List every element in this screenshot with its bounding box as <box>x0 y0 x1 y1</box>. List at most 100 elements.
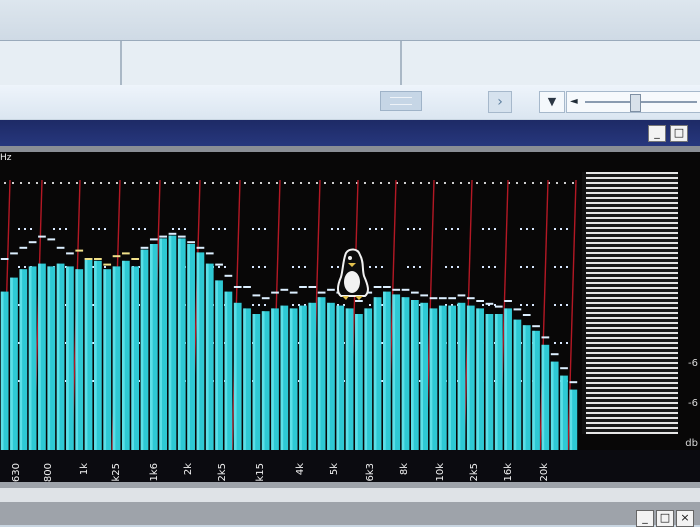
spectrum-bar-highlight <box>187 244 190 454</box>
grid-dot <box>524 182 526 184</box>
grid-dot <box>204 182 206 184</box>
grid-dot <box>24 266 26 268</box>
grid-dot <box>500 182 502 184</box>
grid-dot <box>276 182 278 184</box>
lower-close-button[interactable]: × <box>676 510 694 527</box>
peak-marker <box>28 241 37 244</box>
peak-marker <box>121 252 130 255</box>
spectrum-bar-highlight <box>159 238 162 454</box>
grid-dot <box>12 182 14 184</box>
slider-track[interactable] <box>585 101 697 103</box>
spectrum-bar-highlight <box>177 238 181 454</box>
grid-dot <box>292 304 294 306</box>
grid-dot <box>488 228 490 230</box>
grid-dot <box>566 228 568 230</box>
grid-dot <box>372 182 374 184</box>
slider-thumb[interactable] <box>630 94 641 112</box>
spectrum-bar-highlight <box>299 305 302 454</box>
peak-marker <box>494 305 503 308</box>
grid-dot <box>268 182 270 184</box>
slider-left-arrow-icon[interactable]: ◄ <box>570 92 578 112</box>
peak-marker <box>299 286 307 288</box>
peak-marker <box>513 308 522 311</box>
grid-dot <box>24 228 26 230</box>
grid-dot <box>516 182 518 184</box>
grid-dot <box>445 228 447 230</box>
grid-dot <box>560 266 562 268</box>
lower-restore-button[interactable]: □ <box>656 510 674 527</box>
position-field[interactable] <box>380 91 422 111</box>
spectrum-bar-highlight <box>233 302 237 454</box>
peak-marker <box>168 232 177 235</box>
grid-dot <box>444 182 446 184</box>
grid-dot <box>308 182 310 184</box>
dropdown-button[interactable]: ▼ <box>539 91 565 113</box>
grid-dot <box>445 266 447 268</box>
grid-dot <box>104 228 106 230</box>
grid-dot <box>526 228 528 230</box>
peak-marker <box>476 300 484 302</box>
peak-marker <box>522 314 531 316</box>
spectrum-bar-highlight <box>271 308 274 454</box>
grid-dot <box>92 228 94 230</box>
grid-dot <box>494 228 496 230</box>
peak-marker <box>196 246 205 249</box>
grid-dot <box>292 182 294 184</box>
grid-dot <box>407 266 409 268</box>
grid-dot <box>451 228 453 230</box>
peak-marker <box>94 258 102 260</box>
peak-marker <box>438 297 447 300</box>
grid-dot <box>340 182 342 184</box>
spectrum-bar-highlight <box>494 314 498 454</box>
grid-dot <box>84 182 86 184</box>
spectrum-bar-highlight <box>410 300 414 454</box>
window-minimize-button[interactable]: _ <box>648 125 666 142</box>
grid-dot <box>264 304 266 306</box>
grid-dot <box>560 342 562 344</box>
grid-dot <box>124 182 126 184</box>
peak-marker <box>10 252 18 255</box>
window-restore-button[interactable]: □ <box>670 125 688 142</box>
grid-dot <box>178 228 180 230</box>
lower-minimize-button[interactable]: _ <box>636 510 654 527</box>
peak-marker <box>420 294 429 297</box>
peak-marker <box>550 353 559 356</box>
peak-marker <box>317 291 326 294</box>
grid-dot <box>554 342 556 344</box>
peak-marker <box>373 286 382 288</box>
grid-dot <box>343 228 345 230</box>
grid-dot <box>381 266 383 268</box>
grid-dot <box>532 304 534 306</box>
grid-dot <box>104 266 106 268</box>
grid-dot <box>98 228 100 230</box>
peak-marker <box>131 258 140 260</box>
peak-marker <box>485 302 494 305</box>
peak-marker <box>560 367 568 370</box>
spectrum-bar-highlight <box>47 266 51 454</box>
grid-dot <box>369 228 371 230</box>
peak-marker <box>75 249 84 252</box>
grid-dot <box>457 228 459 230</box>
next-button[interactable]: › <box>488 91 512 113</box>
grid-dot <box>36 182 38 184</box>
peak-marker <box>47 238 56 241</box>
grid-dot <box>369 304 371 306</box>
peak-marker <box>112 255 121 258</box>
grid-dot <box>59 228 61 230</box>
volume-slider[interactable]: ◄ <box>566 91 700 113</box>
spectrum-bar-highlight <box>401 297 405 454</box>
grid-dot <box>244 182 246 184</box>
spectrum-bar-highlight <box>560 375 563 454</box>
grid-dot <box>196 182 198 184</box>
grid-dot <box>224 266 226 268</box>
grid-dot <box>212 228 214 230</box>
grid-dot <box>566 266 568 268</box>
spectrum-bar-highlight <box>522 325 526 454</box>
grid-dot <box>212 182 214 184</box>
grid-dot <box>224 228 226 230</box>
peak-marker <box>187 241 195 244</box>
peak-marker <box>66 252 74 255</box>
app-chrome-top <box>0 0 700 40</box>
grid-dot <box>4 182 6 184</box>
spectrum-bar-highlight <box>429 308 433 454</box>
